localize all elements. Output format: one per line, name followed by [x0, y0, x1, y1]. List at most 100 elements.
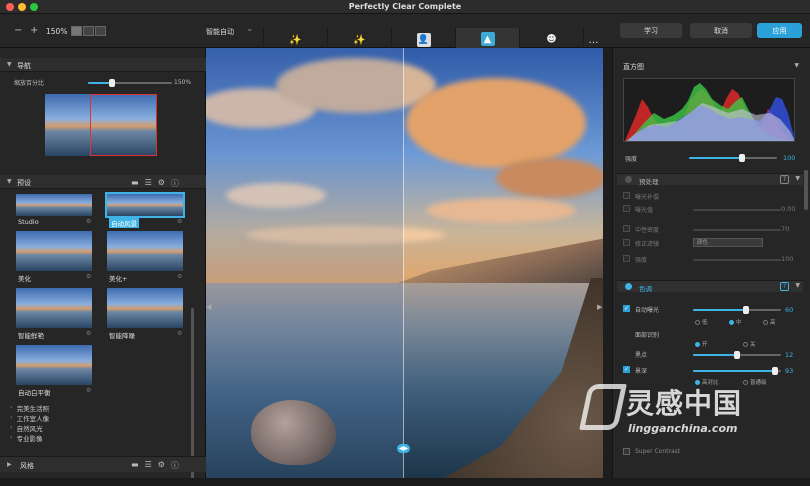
- divider-handle[interactable]: ◀▶: [397, 444, 410, 453]
- tone-header[interactable]: 色调 ? ▼: [617, 280, 803, 293]
- histogram-menu-icon[interactable]: ▼: [794, 62, 799, 69]
- filter-select[interactable]: 颜色: [693, 238, 763, 247]
- navigator-viewport-rect[interactable]: [90, 94, 157, 156]
- preset-thumbnail[interactable]: [107, 231, 183, 271]
- gear-icon[interactable]: ⚙: [158, 178, 165, 189]
- exposure-level-radio[interactable]: 低: [695, 318, 708, 326]
- single-view-button[interactable]: [71, 26, 82, 36]
- auto-exposure-checkbox[interactable]: ✓: [623, 305, 630, 312]
- exposure-level-radio[interactable]: 中: [729, 318, 742, 326]
- magic-wand-icon: ✨: [353, 34, 366, 46]
- help-icon[interactable]: ?: [780, 175, 789, 184]
- gear-icon[interactable]: ⚙: [86, 387, 91, 394]
- learn-button[interactable]: 学习: [620, 23, 682, 38]
- apply-button[interactable]: 应用: [757, 23, 802, 38]
- preset-thumbnail[interactable]: [16, 194, 92, 216]
- gear-icon[interactable]: ⚙: [177, 330, 182, 337]
- looks-header[interactable]: ▶ 风格 ▬ ☰ ⚙ ⓘ: [0, 456, 206, 472]
- auto-mode-dropdown[interactable]: 智能自动: [206, 27, 234, 37]
- window-title: Perfectly Clear Complete: [348, 2, 462, 11]
- zoom-out-button[interactable]: −: [14, 25, 22, 36]
- histogram: [623, 78, 795, 142]
- preprocess-header[interactable]: 预处理 ? ▼: [617, 173, 803, 186]
- magic-wand-icon: ✨: [289, 34, 302, 46]
- strength-knob[interactable]: [738, 154, 745, 162]
- preset-category-item[interactable]: › 自然风光: [10, 423, 49, 433]
- preprocess-checkbox[interactable]: [623, 225, 630, 232]
- collapse-right-arrow-icon[interactable]: ▶: [597, 303, 602, 311]
- preprocess-checkbox[interactable]: [623, 192, 630, 199]
- exposure-level-radio[interactable]: 高: [763, 318, 776, 326]
- before-after-divider[interactable]: [403, 48, 404, 478]
- preset-category-item[interactable]: › 工作室人像: [10, 413, 49, 423]
- gear-icon[interactable]: ⚙: [86, 218, 91, 225]
- depth-checkbox[interactable]: ✓: [623, 366, 630, 373]
- right-panel-scrollbar[interactable]: [804, 170, 808, 210]
- depth-knob[interactable]: [771, 367, 778, 375]
- help-icon[interactable]: ⓘ: [171, 178, 179, 189]
- view-mode-group: [71, 26, 106, 36]
- gear-icon[interactable]: ⚙: [158, 460, 165, 471]
- collapse-triangle-icon[interactable]: ▼: [795, 175, 800, 182]
- preprocess-row-label: 中性密度: [635, 227, 660, 234]
- auto-exposure-fill: [693, 309, 746, 311]
- face-detection-radio[interactable]: 关: [743, 340, 756, 348]
- help-icon[interactable]: ⓘ: [171, 460, 179, 471]
- histogram-header[interactable]: 直方图 ▼: [613, 59, 803, 73]
- gear-icon[interactable]: ⚙: [177, 218, 182, 225]
- preset-thumbnail[interactable]: [16, 288, 92, 328]
- preprocess-slider[interactable]: [693, 209, 781, 211]
- face-detection-radio[interactable]: 开: [695, 340, 708, 348]
- side-by-side-view-button[interactable]: [95, 26, 106, 36]
- gear-icon[interactable]: ⚙: [86, 330, 91, 337]
- gear-icon[interactable]: ⚙: [177, 273, 182, 280]
- radio-dot: [743, 341, 748, 347]
- preset-thumbnail[interactable]: [107, 288, 183, 328]
- black-point-slider[interactable]: [693, 351, 781, 359]
- preprocess-slider[interactable]: [693, 259, 781, 261]
- gear-icon[interactable]: ⚙: [86, 273, 91, 280]
- depth-slider[interactable]: [693, 367, 781, 375]
- preset-thumbnail[interactable]: [105, 192, 185, 218]
- list-view-icon[interactable]: ☰: [145, 178, 152, 189]
- preprocess-slider[interactable]: [693, 229, 781, 231]
- list-view-icon[interactable]: ☰: [145, 460, 152, 471]
- preset-category-item[interactable]: › 完美生活照: [10, 403, 49, 413]
- preprocess-title: 预处理: [639, 178, 659, 186]
- preset-thumbnail[interactable]: [16, 231, 92, 271]
- cancel-button[interactable]: 取消: [690, 23, 752, 38]
- histogram-graph: [624, 83, 794, 141]
- presets-header[interactable]: ▼ 预设 ▬ ☰ ⚙ ⓘ: [0, 175, 206, 189]
- chevron-right-icon: ›: [10, 433, 13, 441]
- image-canvas[interactable]: ◀▶ ◀ ▶: [206, 48, 603, 478]
- preprocess-checkbox[interactable]: [623, 205, 630, 212]
- navigator-header[interactable]: ▼ 导航: [0, 58, 206, 72]
- preset-category-item[interactable]: › 专业影像: [10, 433, 49, 443]
- watermark: 灵感中国 lingganchina.com: [578, 378, 808, 448]
- category-label: 工作室人像: [16, 415, 50, 423]
- black-point-knob[interactable]: [734, 351, 740, 359]
- preprocess-enable-toggle[interactable]: [625, 176, 632, 183]
- presets-tools: ▬ ☰ ⚙ ⓘ: [131, 178, 179, 189]
- preprocess-checkbox[interactable]: [623, 255, 630, 262]
- split-view-button[interactable]: [83, 26, 94, 36]
- auto-exposure-slider[interactable]: [693, 306, 781, 314]
- grid-view-icon[interactable]: ▬: [131, 178, 139, 189]
- strength-slider[interactable]: [689, 154, 777, 162]
- navigator-zoom-slider[interactable]: [88, 79, 172, 87]
- super-contrast-checkbox[interactable]: [623, 448, 630, 455]
- collapse-left-arrow-icon[interactable]: ◀: [206, 303, 211, 311]
- tone-enable-toggle[interactable]: [625, 283, 632, 290]
- auto-exposure-knob[interactable]: [742, 306, 749, 314]
- histogram-title: 直方图: [623, 63, 644, 71]
- app-window: Perfectly Clear Complete − + 150% 智能自动 ⌄…: [0, 0, 810, 486]
- navigator-zoom-knob[interactable]: [108, 79, 115, 87]
- grid-view-icon[interactable]: ▬: [131, 460, 139, 471]
- category-label: 专业影像: [16, 435, 43, 443]
- collapse-triangle-icon[interactable]: ▼: [795, 282, 800, 289]
- category-label: 完美生活照: [16, 405, 50, 413]
- help-icon[interactable]: ?: [780, 282, 789, 291]
- preprocess-checkbox[interactable]: [623, 239, 630, 246]
- preset-thumbnail[interactable]: [16, 345, 92, 385]
- zoom-in-button[interactable]: +: [30, 25, 38, 36]
